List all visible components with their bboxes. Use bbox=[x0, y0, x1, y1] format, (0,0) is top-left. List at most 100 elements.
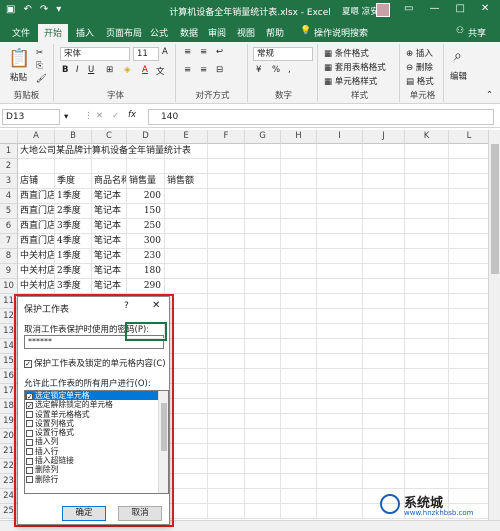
fill-color-icon[interactable]: ◈ bbox=[124, 65, 131, 75]
wrap-text-icon[interactable]: ↩ bbox=[216, 47, 223, 57]
cell-empty[interactable] bbox=[405, 354, 449, 369]
column-header[interactable]: C bbox=[92, 130, 127, 144]
cell-empty[interactable] bbox=[317, 459, 363, 474]
tab-file[interactable]: 文件 bbox=[12, 26, 30, 39]
font-color-icon[interactable]: A bbox=[142, 65, 148, 75]
cell-empty[interactable] bbox=[449, 399, 490, 414]
cell-empty[interactable] bbox=[208, 144, 245, 159]
cell-empty[interactable] bbox=[281, 144, 317, 159]
cell-empty[interactable] bbox=[449, 324, 490, 339]
cell-empty[interactable] bbox=[208, 414, 245, 429]
cell-empty[interactable] bbox=[317, 144, 363, 159]
permissions-list[interactable]: ✓ 选定锁定单元格 ✓ 选定解除锁定的单元格 设置单元格格式 设置列格式 设置行格式 插入列插… bbox=[24, 390, 169, 494]
cell-c[interactable]: 笔记本 bbox=[92, 189, 127, 204]
cell-empty[interactable] bbox=[405, 279, 449, 294]
cell-e[interactable] bbox=[165, 159, 208, 174]
cell-empty[interactable] bbox=[281, 204, 317, 219]
permission-item[interactable]: ✓ 选定锁定单元格 bbox=[25, 391, 158, 401]
cell-c[interactable]: 笔记本 bbox=[92, 279, 127, 294]
cell-empty[interactable] bbox=[208, 369, 245, 384]
cell-empty[interactable] bbox=[317, 324, 363, 339]
cell-empty[interactable] bbox=[317, 339, 363, 354]
cut-icon[interactable]: ✂ bbox=[36, 48, 43, 58]
permission-item[interactable]: 插入行 bbox=[25, 447, 158, 456]
cell-d[interactable]: 250 bbox=[127, 219, 165, 234]
row-header[interactable]: 6 bbox=[0, 219, 18, 234]
cell-empty[interactable] bbox=[363, 294, 405, 309]
permission-item[interactable]: 设置列格式 bbox=[25, 419, 158, 428]
cell-empty[interactable] bbox=[208, 294, 245, 309]
underline-icon[interactable]: U bbox=[88, 65, 94, 75]
select-all-corner[interactable] bbox=[0, 130, 18, 144]
cell-empty[interactable] bbox=[363, 339, 405, 354]
cell-empty[interactable] bbox=[208, 264, 245, 279]
cell-d[interactable]: 290 bbox=[127, 279, 165, 294]
cell-empty[interactable] bbox=[363, 444, 405, 459]
cell-e[interactable] bbox=[165, 279, 208, 294]
cell-empty[interactable] bbox=[363, 474, 405, 489]
cell-empty[interactable] bbox=[281, 504, 317, 519]
cell-empty[interactable] bbox=[208, 354, 245, 369]
permission-checkbox[interactable] bbox=[26, 438, 33, 446]
cell-empty[interactable] bbox=[281, 234, 317, 249]
cell-empty[interactable] bbox=[281, 384, 317, 399]
cell-empty[interactable] bbox=[208, 234, 245, 249]
cell-empty[interactable] bbox=[245, 234, 281, 249]
cell-empty[interactable] bbox=[281, 249, 317, 264]
permission-item[interactable]: 删除列 bbox=[25, 465, 158, 474]
cell-a[interactable]: 中关村店 bbox=[18, 279, 55, 294]
column-header[interactable]: D bbox=[127, 130, 165, 144]
cell-empty[interactable] bbox=[245, 414, 281, 429]
currency-icon[interactable]: ¥ bbox=[256, 65, 261, 75]
ok-button[interactable]: 确定 bbox=[62, 506, 106, 521]
cell-empty[interactable] bbox=[317, 204, 363, 219]
cell-e[interactable] bbox=[165, 204, 208, 219]
insert-function-icon[interactable]: fx bbox=[128, 110, 136, 120]
cell-a[interactable] bbox=[18, 159, 55, 174]
cell-empty[interactable] bbox=[363, 174, 405, 189]
permission-checkbox[interactable] bbox=[26, 466, 33, 474]
cell-empty[interactable] bbox=[317, 489, 363, 504]
cell-empty[interactable] bbox=[245, 324, 281, 339]
cell-empty[interactable] bbox=[363, 264, 405, 279]
cell-empty[interactable] bbox=[281, 414, 317, 429]
cell-empty[interactable] bbox=[449, 339, 490, 354]
cell-empty[interactable] bbox=[449, 189, 490, 204]
cell-c[interactable]: 笔记本 bbox=[92, 234, 127, 249]
border-icon[interactable]: ⊞ bbox=[106, 65, 113, 75]
format-as-table-button[interactable]: ▦ 套用表格格式 bbox=[324, 61, 386, 73]
percent-icon[interactable]: % bbox=[272, 65, 280, 75]
cell-empty[interactable] bbox=[317, 414, 363, 429]
cell-empty[interactable] bbox=[449, 234, 490, 249]
align-middle-icon[interactable]: ≡ bbox=[200, 47, 207, 57]
cell-empty[interactable] bbox=[405, 294, 449, 309]
namebox-dropdown-icon[interactable]: ▾ bbox=[64, 112, 68, 122]
scrollbar-thumb[interactable] bbox=[491, 144, 499, 274]
cell-empty[interactable] bbox=[405, 144, 449, 159]
row-header[interactable]: 5 bbox=[0, 204, 18, 219]
cell-empty[interactable] bbox=[208, 219, 245, 234]
font-size-combo[interactable]: 11 bbox=[133, 47, 159, 61]
formula-input[interactable]: 140 bbox=[148, 109, 494, 125]
permission-item[interactable]: ✓ 选定解除锁定的单元格 bbox=[25, 400, 158, 409]
search-icon[interactable]: ⌕ bbox=[454, 48, 462, 64]
cell-c[interactable]: 笔记本 bbox=[92, 219, 127, 234]
cell-e[interactable] bbox=[165, 249, 208, 264]
cell-e[interactable]: 销售额 bbox=[165, 174, 208, 189]
cell-d[interactable]: 180 bbox=[127, 264, 165, 279]
tab-home[interactable]: 开始 bbox=[38, 24, 69, 42]
cell-empty[interactable] bbox=[208, 459, 245, 474]
cell-empty[interactable] bbox=[449, 429, 490, 444]
cell-empty[interactable] bbox=[245, 309, 281, 324]
row-header[interactable]: 1 bbox=[0, 144, 18, 159]
cell-empty[interactable] bbox=[208, 204, 245, 219]
cell-empty[interactable] bbox=[317, 504, 363, 519]
cell-empty[interactable] bbox=[281, 474, 317, 489]
cell-empty[interactable] bbox=[208, 444, 245, 459]
cell-empty[interactable] bbox=[281, 489, 317, 504]
cell-b[interactable] bbox=[55, 159, 92, 174]
cell-empty[interactable] bbox=[281, 354, 317, 369]
cell-empty[interactable] bbox=[449, 249, 490, 264]
list-scrollbar-thumb[interactable] bbox=[161, 403, 167, 451]
row-header[interactable]: 4 bbox=[0, 189, 18, 204]
